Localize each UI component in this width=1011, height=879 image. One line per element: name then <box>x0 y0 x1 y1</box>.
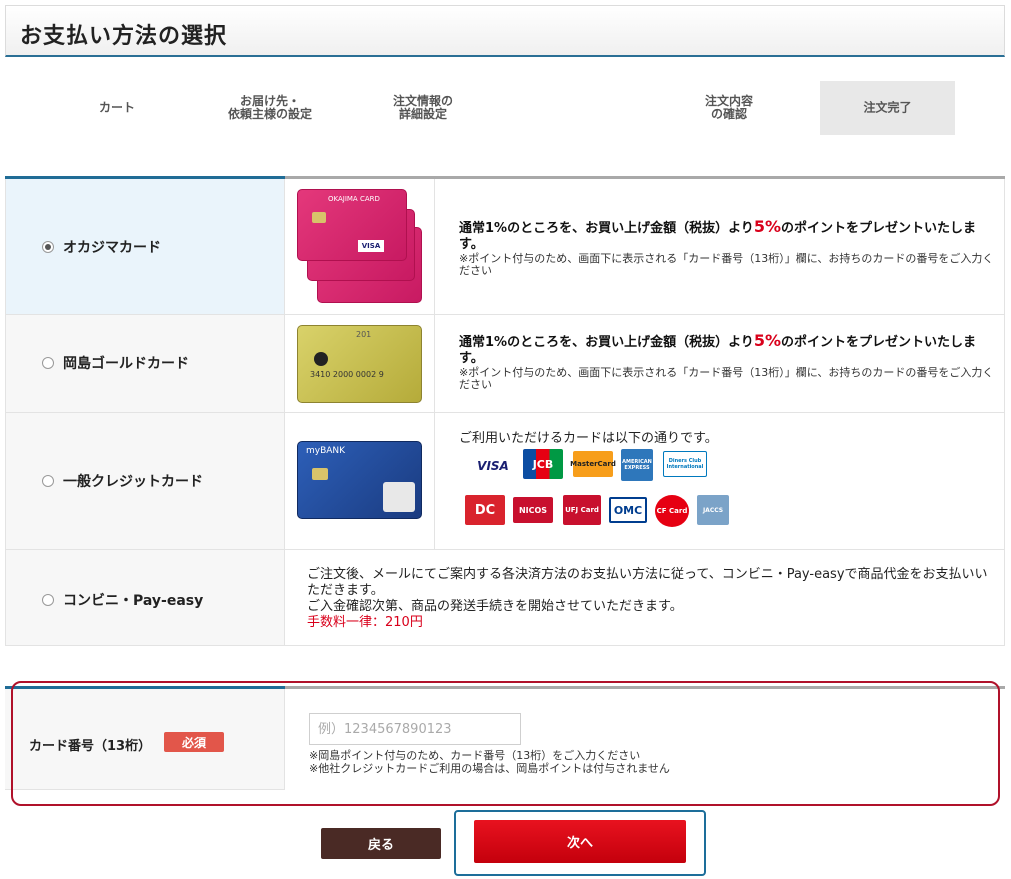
next-button[interactable]: 次へ <box>474 820 686 863</box>
omc-brand-icon: OMC <box>609 497 647 523</box>
okajima-card-image: OKAJIMA CARD VISA <box>285 179 435 314</box>
step-label: カート <box>98 100 135 115</box>
payment-row-convenience[interactable]: コンビニ・Pay-easy ご注文後、メールにてご案内する各決済方法のお支払い方… <box>5 550 1005 646</box>
nicos-brand-icon: NICOS <box>513 497 553 523</box>
point-note: ※ポイント付与のため、画面下に表示される「カード番号（13桁）」欄に、お持ちのカ… <box>459 366 994 391</box>
step-label: お支払い方法 の選択 <box>539 94 612 121</box>
step-label: 注文情報の 詳細設定 <box>392 94 453 121</box>
card-brand-text: myBANK <box>306 446 346 456</box>
radio-gold-card[interactable] <box>42 357 54 369</box>
visa-brand-icon: VISA <box>473 453 513 479</box>
card-brand-text: OKAJIMA CARD <box>328 195 380 203</box>
radio-okajima-card[interactable] <box>42 241 54 253</box>
point-rate: 5% <box>753 217 781 236</box>
payment-label-cell: オカジマカード <box>5 179 285 314</box>
step-complete: 注文完了 <box>820 81 955 135</box>
payment-description: ご注文後、メールにてご案内する各決済方法のお支払い方法に従って、コンビニ・Pay… <box>285 550 1005 645</box>
payment-row-okajima-card[interactable]: オカジマカード OKAJIMA CARD VISA 通常1%のところを、お買い上… <box>5 179 1005 315</box>
payment-description: 通常1%のところを、お買い上げ金額（税抜）より5%のポイントをプレゼントいたしま… <box>435 179 1005 314</box>
desc-line: ご入金確認次第、商品の発送手続きを開始させていただきます。 <box>307 599 683 614</box>
dc-brand-icon: DC <box>465 495 505 525</box>
card-brand-logos: VISA JCB MasterCard AMERICAN EXPRESS Din… <box>465 449 743 529</box>
step-label: 注文完了 <box>863 100 912 115</box>
payment-description: ご利用いただけるカードは以下の通りです。 VISA JCB MasterCard… <box>435 413 1005 549</box>
page-title: お支払い方法の選択 <box>20 24 228 49</box>
card-number-note-2: ※他社クレジットカードご利用の場合は、岡島ポイントは付与されません <box>309 762 670 775</box>
card-number-text: 3410 2000 0002 9 <box>310 370 384 379</box>
logo-mark-icon <box>314 352 328 366</box>
payment-label-cell: 岡島ゴールドカード <box>5 315 285 412</box>
payment-label: オカジマカード <box>63 240 161 256</box>
cf-card-brand-icon: CF Card <box>655 495 689 527</box>
point-description: 通常1%のところを、お買い上げ金額（税抜）より5%のポイントをプレゼントいたしま… <box>459 219 999 253</box>
card-image-front: OKAJIMA CARD VISA <box>297 189 407 261</box>
back-button[interactable]: 戻る <box>321 828 441 859</box>
visa-logo-icon: VISA <box>358 240 384 252</box>
mastercard-brand-icon: MasterCard <box>570 451 616 477</box>
card-text: 201 <box>356 330 372 339</box>
jaccs-brand-icon: JACCS <box>697 495 729 525</box>
gold-card-image: 201 3410 2000 0002 9 <box>285 315 435 412</box>
desc-line: ご注文後、メールにてご案内する各決済方法のお支払い方法に従って、コンビニ・Pay… <box>307 567 988 598</box>
card-number-note-1: ※岡島ポイント付与のため、カード番号（13桁）をご入力ください <box>309 749 641 762</box>
radio-convenience[interactable] <box>42 594 54 606</box>
card-number-label: カード番号（13桁） <box>29 739 152 754</box>
payment-label: コンビニ・Pay-easy <box>63 593 204 609</box>
payment-label-cell: コンビニ・Pay-easy <box>5 550 285 645</box>
point-note: ※ポイント付与のため、画面下に表示される「カード番号（13桁）」欄に、お持ちのカ… <box>459 252 994 277</box>
mastercard-logo-icon <box>383 482 415 512</box>
radio-credit-card[interactable] <box>42 475 54 487</box>
payment-row-gold-card[interactable]: 岡島ゴールドカード 201 3410 2000 0002 9 通常1%のところを… <box>5 315 1005 413</box>
payment-label-cell: 一般クレジットカード <box>5 413 285 549</box>
card-number-section: カード番号（13桁） 必須 ※岡島ポイント付与のため、カード番号（13桁）をご入… <box>5 686 1005 790</box>
step-label: 注文内容 の確認 <box>704 94 753 121</box>
required-badge: 必須 <box>164 732 224 752</box>
payment-label: 岡島ゴールドカード <box>63 356 189 372</box>
diners-brand-icon: Diners Club International <box>663 451 707 477</box>
card-number-input[interactable] <box>309 713 521 745</box>
desc-text: 通常1%のところを、お買い上げ金額（税抜）より <box>459 335 754 350</box>
page-header: お支払い方法の選択 <box>5 5 1005 57</box>
fee-text: 手数料一律：210円 <box>307 615 423 630</box>
card-brands-intro: ご利用いただけるカードは以下の通りです。 <box>459 431 718 446</box>
checkout-steps: カート お届け先・ 依頼主様の設定 注文情報の 詳細設定 お支払い方法 の選択 … <box>55 81 957 135</box>
payment-label: 一般クレジットカード <box>63 474 203 490</box>
jcb-brand-icon: JCB <box>523 449 563 479</box>
card-image: myBANK <box>297 441 422 519</box>
payment-method-table: オカジマカード OKAJIMA CARD VISA 通常1%のところを、お買い上… <box>5 176 1005 646</box>
chip-icon <box>312 468 328 480</box>
ufj-brand-icon: UFJ Card <box>563 495 601 525</box>
point-rate: 5% <box>753 331 781 350</box>
desc-text: 通常1%のところを、お買い上げ金額（税抜）より <box>459 221 754 236</box>
payment-row-credit-card[interactable]: 一般クレジットカード myBANK ご利用いただけるカードは以下の通りです。 V… <box>5 413 1005 550</box>
credit-card-image: myBANK <box>285 413 435 549</box>
point-description: 通常1%のところを、お買い上げ金額（税抜）より5%のポイントをプレゼントいたしま… <box>459 333 999 367</box>
amex-brand-icon: AMERICAN EXPRESS <box>621 449 653 481</box>
chip-icon <box>312 212 326 223</box>
payment-description: 通常1%のところを、お買い上げ金額（税抜）より5%のポイントをプレゼントいたしま… <box>435 315 1005 412</box>
convenience-desc: ご注文後、メールにてご案内する各決済方法のお支払い方法に従って、コンビニ・Pay… <box>307 567 997 631</box>
step-label: お届け先・ 依頼主様の設定 <box>227 94 312 121</box>
card-number-label-cell: カード番号（13桁） 必須 <box>5 689 285 790</box>
card-image: 201 3410 2000 0002 9 <box>297 325 422 403</box>
